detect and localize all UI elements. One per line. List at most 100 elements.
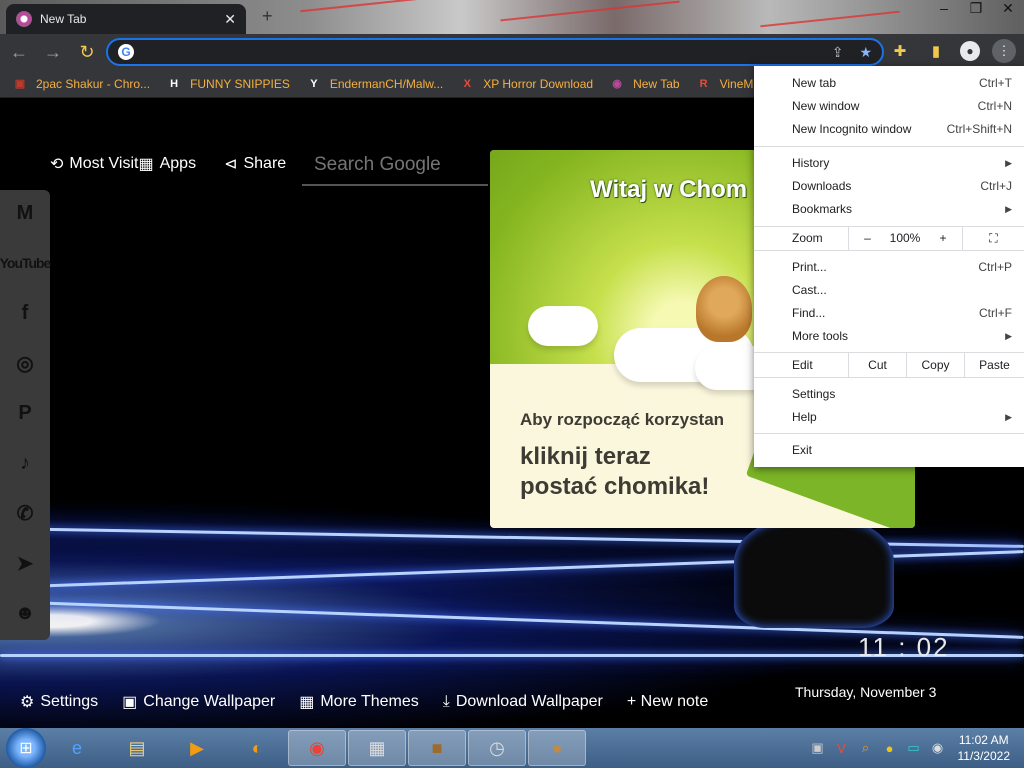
extensions-puzzle-icon[interactable]: ✚ [888, 37, 912, 65]
app-window-icon[interactable]: ▦ [348, 730, 406, 766]
taskbar-clock[interactable]: 11:02 AM 11/3/2022 [958, 732, 1011, 764]
profile-avatar-icon[interactable]: ● [960, 41, 980, 61]
more-themes-link[interactable]: ▦ More Themes [299, 692, 419, 712]
x-logo-icon: X [463, 77, 471, 90]
uc-browser-icon[interactable]: ◐ [228, 730, 286, 766]
download-wallpaper-link[interactable]: ⤓ Download Wallpaper [443, 692, 603, 712]
forward-arrow-icon[interactable]: → [38, 37, 68, 67]
omnibox-input[interactable] [142, 44, 832, 60]
back-arrow-icon[interactable]: ← [4, 37, 34, 67]
tab-new-tab[interactable]: New Tab ✕ [6, 4, 246, 34]
most-visited-link[interactable]: ⟲ Most Visit [50, 154, 138, 174]
bookmark-item[interactable]: X XP Horror Download [459, 76, 594, 92]
copy-button[interactable]: Copy [906, 353, 964, 377]
settings-link[interactable]: ⚙ Settings [20, 692, 98, 712]
menu-label: History [792, 156, 830, 170]
browser-toolbar: ← → ↻ G ⇪ ★ ✚ ▮ ● ⋮ [0, 34, 1024, 70]
bookmark-item[interactable]: Y EndermanCH/Malw... [306, 76, 443, 92]
file-explorer-icon[interactable]: ▤ [108, 730, 166, 766]
menu-print[interactable]: Print... Ctrl+P [754, 256, 1024, 278]
bookmark-item[interactable]: ▣ 2pac Shakur - Chro... [12, 76, 150, 92]
tab-close-icon[interactable]: ✕ [224, 11, 236, 28]
new-note-label: + New note [626, 693, 709, 710]
start-button[interactable]: ⊞ [6, 728, 46, 768]
address-bar[interactable]: G ⇪ ★ [106, 38, 884, 66]
tray-app-icon[interactable]: ● [882, 740, 898, 756]
menu-cast[interactable]: Cast... [754, 279, 1024, 301]
tray-network-icon[interactable]: ▣ [810, 740, 826, 756]
menu-edit-row: Edit Cut Copy Paste [754, 353, 1024, 377]
tray-volume-icon[interactable]: ◉ [930, 740, 946, 756]
side-panel-icon[interactable]: ▮ [924, 37, 948, 65]
wallpaper-creature [734, 518, 894, 628]
chrome-menu-button[interactable]: ⋮ [992, 39, 1016, 63]
menu-shortcut: Ctrl+F [979, 306, 1012, 320]
share-page-icon[interactable]: ⇪ [832, 44, 844, 61]
restore-icon[interactable]: ❐ [968, 0, 984, 17]
menu-separator [754, 433, 1024, 434]
search-google-box[interactable] [302, 146, 488, 186]
menu-exit[interactable]: Exit [754, 439, 1024, 461]
menu-downloads[interactable]: Downloads Ctrl+J [754, 175, 1024, 197]
gear-icon: ⚙ [20, 694, 35, 711]
zoom-value: 100% [889, 231, 921, 245]
tab-title: New Tab [40, 12, 87, 26]
zoom-out-button[interactable]: – [848, 226, 886, 250]
zoom-in-button[interactable]: + [924, 226, 962, 250]
gmail-icon[interactable]: M [9, 198, 41, 228]
promo-hamster[interactable] [696, 276, 752, 342]
most-visited-label: Most Visit [69, 155, 139, 172]
pinterest-icon[interactable]: P [9, 398, 41, 428]
bookmark-star-icon[interactable]: ★ [859, 44, 872, 61]
tray-monitor-icon[interactable]: ▭ [906, 740, 922, 756]
share-link[interactable]: ⊲ Share [224, 154, 286, 174]
chrome-icon[interactable]: ◉ [288, 730, 346, 766]
menu-label: Print... [792, 260, 827, 274]
twitter-icon[interactable]: ♪ [9, 448, 41, 478]
paste-button[interactable]: Paste [964, 353, 1024, 377]
menu-shortcut: Ctrl+P [978, 260, 1012, 274]
menu-find[interactable]: Find... Ctrl+F [754, 302, 1024, 324]
reload-icon[interactable]: ↻ [72, 37, 102, 67]
social-sidebar: M YouTube f ◎ P ♪ ✆ ➤ ☻ [0, 190, 51, 640]
minimize-icon[interactable]: – [936, 0, 952, 17]
more-themes-label: More Themes [320, 693, 419, 710]
cut-button[interactable]: Cut [848, 353, 906, 377]
bookmark-label: XP Horror Download [483, 76, 594, 91]
apps-grid-icon: ▦ [138, 156, 154, 173]
ie-icon[interactable]: e [48, 730, 106, 766]
menu-bookmarks[interactable]: Bookmarks ▶ [754, 198, 1024, 220]
facebook-icon[interactable]: f [9, 298, 41, 328]
clock-app-icon[interactable]: ◷ [468, 730, 526, 766]
media-player-icon[interactable]: ▶ [168, 730, 226, 766]
new-tab-plus-icon[interactable]: + [262, 6, 273, 27]
hamster-app-icon[interactable]: ● [528, 730, 586, 766]
menu-help[interactable]: Help ▶ [754, 406, 1024, 428]
menu-new-incognito[interactable]: New Incognito window Ctrl+Shift+N [754, 118, 1024, 140]
whatsapp-icon[interactable]: ✆ [9, 498, 41, 528]
bookmark-item[interactable]: H FUNNY SNIPPIES [166, 76, 290, 92]
menu-new-tab[interactable]: New tab Ctrl+T [754, 72, 1024, 94]
change-wallpaper-link[interactable]: ▣ Change Wallpaper [122, 692, 275, 712]
window-close-icon[interactable]: ✕ [1000, 0, 1016, 17]
edit-label: Edit [792, 358, 813, 372]
youtube-icon[interactable]: YouTube [0, 248, 51, 278]
menu-history[interactable]: History ▶ [754, 152, 1024, 174]
instagram-icon[interactable]: ◎ [9, 348, 41, 378]
tray-antivirus-icon[interactable]: V [834, 740, 850, 756]
newtab-favicon-icon: ◉ [612, 78, 622, 90]
search-google-input[interactable] [314, 154, 488, 176]
menu-more-tools[interactable]: More tools ▶ [754, 325, 1024, 347]
bookmark-item[interactable]: ◉ New Tab [609, 76, 679, 92]
new-note-link[interactable]: + New note [627, 692, 708, 712]
fullscreen-icon[interactable]: ⛶ [962, 226, 1024, 250]
apps-link[interactable]: ▦ Apps [138, 154, 196, 174]
hamster-box-icon[interactable]: ■ [408, 730, 466, 766]
menu-settings[interactable]: Settings [754, 383, 1024, 405]
newtab-bottom-bar: ⚙ Settings ▣ Change Wallpaper ▦ More Themes… [20, 692, 708, 712]
menu-new-window[interactable]: New window Ctrl+N [754, 95, 1024, 117]
promo-cloud [528, 306, 598, 346]
reddit-icon[interactable]: ☻ [9, 598, 41, 628]
tray-search-icon[interactable]: ⌕ [858, 740, 874, 756]
telegram-icon[interactable]: ➤ [9, 548, 41, 578]
